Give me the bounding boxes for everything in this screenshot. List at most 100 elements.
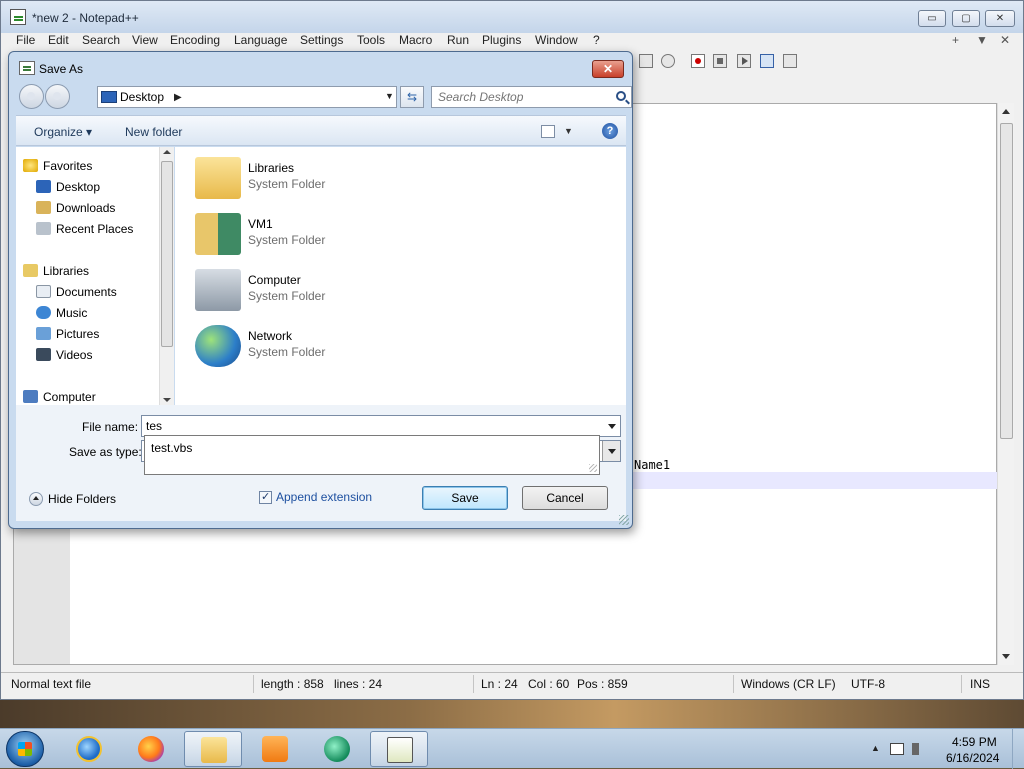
volume-muted-icon[interactable] — [912, 743, 926, 755]
nav-documents[interactable]: Documents — [36, 285, 117, 299]
back-button[interactable] — [19, 84, 44, 109]
file-name: Network — [248, 329, 293, 343]
nav-videos[interactable]: Videos — [36, 348, 92, 362]
file-item-network[interactable]: Network System Folder — [195, 321, 495, 371]
change-view-icon[interactable] — [541, 125, 555, 138]
internet-explorer-icon — [76, 736, 102, 762]
nav-computer[interactable]: Computer — [23, 390, 96, 404]
forward-button[interactable] — [45, 84, 70, 109]
tab-list-icon[interactable]: ▼ — [976, 33, 988, 47]
run-macro-multiple-icon[interactable] — [760, 54, 774, 68]
breadcrumb-arrow-icon[interactable]: ▶ — [174, 92, 182, 103]
clock-date[interactable]: 6/16/2024 — [946, 751, 999, 765]
network-icon[interactable] — [890, 743, 904, 755]
autocomplete-list: test.vbs — [144, 435, 600, 475]
desktop-background — [0, 700, 1024, 730]
file-name-label: File name: — [82, 420, 139, 434]
nav-recent-places[interactable]: Recent Places — [36, 222, 133, 236]
nav-downloads[interactable]: Downloads — [36, 201, 115, 215]
navigation-pane-scrollbar[interactable] — [159, 147, 174, 405]
scroll-up-icon[interactable] — [1002, 109, 1010, 114]
start-button[interactable] — [6, 731, 44, 767]
view-options-dropdown-icon[interactable]: ▼ — [564, 126, 573, 136]
taskbar-explorer[interactable] — [184, 731, 242, 767]
cancel-button[interactable]: Cancel — [522, 486, 608, 510]
append-extension-checkbox[interactable]: Append extension — [259, 490, 372, 504]
search-box[interactable] — [431, 86, 632, 108]
desktop-icon — [36, 180, 51, 193]
save-macro-icon[interactable] — [783, 54, 797, 68]
search-icon[interactable] — [616, 91, 626, 101]
resize-grip-icon[interactable] — [589, 464, 597, 472]
minimize-button[interactable]: ▭ — [918, 10, 946, 27]
nav-desktop[interactable]: Desktop — [36, 180, 100, 194]
search-input[interactable] — [436, 89, 606, 105]
menu-file[interactable]: File — [16, 33, 35, 47]
menu-edit[interactable]: Edit — [48, 33, 69, 47]
menu-view[interactable]: View — [132, 33, 158, 47]
file-name-dropdown-icon[interactable] — [608, 424, 616, 429]
status-separator — [733, 675, 734, 693]
nav-music[interactable]: Music — [36, 306, 87, 320]
menu-run[interactable]: Run — [447, 33, 469, 47]
file-name-input[interactable]: tes — [141, 415, 621, 437]
menu-search[interactable]: Search — [82, 33, 120, 47]
menu-encoding[interactable]: Encoding — [170, 33, 220, 47]
menu-window[interactable]: Window — [535, 33, 578, 47]
new-tab-icon[interactable]: + — [952, 33, 959, 47]
address-dropdown-icon[interactable]: ▼ — [385, 91, 394, 101]
playback-macro-icon[interactable] — [737, 54, 751, 68]
menu-macro[interactable]: Macro — [399, 33, 432, 47]
address-location[interactable]: Desktop — [120, 90, 164, 104]
maximize-button[interactable]: ▢ — [952, 10, 980, 27]
record-macro-icon[interactable] — [691, 54, 705, 68]
show-hidden-icons-icon[interactable]: ▲ — [871, 743, 880, 753]
help-icon[interactable]: ? — [602, 123, 618, 139]
dialog-resize-grip-icon[interactable] — [619, 515, 629, 525]
menu-settings[interactable]: Settings — [300, 33, 343, 47]
taskbar-firefox[interactable] — [122, 731, 180, 767]
refresh-button[interactable]: ⇆ — [400, 86, 424, 108]
taskbar-app[interactable] — [308, 731, 366, 767]
checkbox-checked-icon[interactable] — [259, 490, 272, 504]
clock-time[interactable]: 4:59 PM — [952, 735, 997, 749]
file-type: System Folder — [248, 289, 326, 303]
scrollbar-thumb[interactable] — [1000, 123, 1013, 439]
taskbar-media-player[interactable] — [246, 731, 304, 767]
nav-computer-label: Computer — [43, 390, 96, 404]
computer-icon — [23, 390, 38, 403]
autocomplete-option[interactable]: test.vbs — [151, 441, 192, 455]
scroll-down-icon[interactable] — [1002, 654, 1010, 659]
nav-libraries[interactable]: Libraries — [23, 264, 89, 278]
menu-help[interactable]: ? — [593, 33, 600, 47]
taskbar-notepadpp[interactable] — [370, 731, 428, 767]
sync-scroll-icon[interactable] — [661, 54, 675, 68]
dialog-close-button[interactable]: ✕ — [592, 60, 624, 78]
menu-plugins[interactable]: Plugins — [482, 33, 521, 47]
stop-recording-icon[interactable] — [713, 54, 727, 68]
hide-folders-button[interactable]: Hide Folders — [29, 492, 116, 506]
file-item-computer[interactable]: Computer System Folder — [195, 265, 495, 315]
scroll-up-icon[interactable] — [163, 150, 171, 154]
menu-language[interactable]: Language — [234, 33, 287, 47]
zoom-in-icon[interactable] — [639, 54, 653, 68]
file-item-vm1[interactable]: VM1 System Folder — [195, 209, 495, 259]
scroll-down-icon[interactable] — [163, 398, 171, 402]
taskbar-internet-explorer[interactable] — [60, 731, 118, 767]
save-as-type-dropdown-icon[interactable] — [608, 449, 616, 454]
title-bar[interactable]: *new 2 - Notepad++ ▭ ▢ ✕ — [1, 1, 1023, 33]
close-button[interactable]: ✕ — [985, 10, 1015, 27]
status-mode: INS — [970, 677, 991, 691]
organize-button[interactable]: Organize ▾ — [34, 125, 92, 139]
scrollbar-thumb[interactable] — [161, 161, 173, 347]
file-item-libraries[interactable]: Libraries System Folder — [195, 153, 495, 203]
close-doc-icon[interactable]: ✕ — [1000, 33, 1010, 47]
show-desktop-button[interactable] — [1012, 729, 1024, 769]
address-bar[interactable]: Desktop ▶ ▼ — [97, 86, 397, 108]
nav-pictures[interactable]: Pictures — [36, 327, 99, 341]
menu-tools[interactable]: Tools — [357, 33, 385, 47]
nav-favorites[interactable]: Favorites — [23, 159, 92, 173]
editor-scrollbar[interactable] — [997, 103, 1014, 665]
new-folder-button[interactable]: New folder — [125, 125, 182, 139]
save-button[interactable]: Save — [422, 486, 508, 510]
